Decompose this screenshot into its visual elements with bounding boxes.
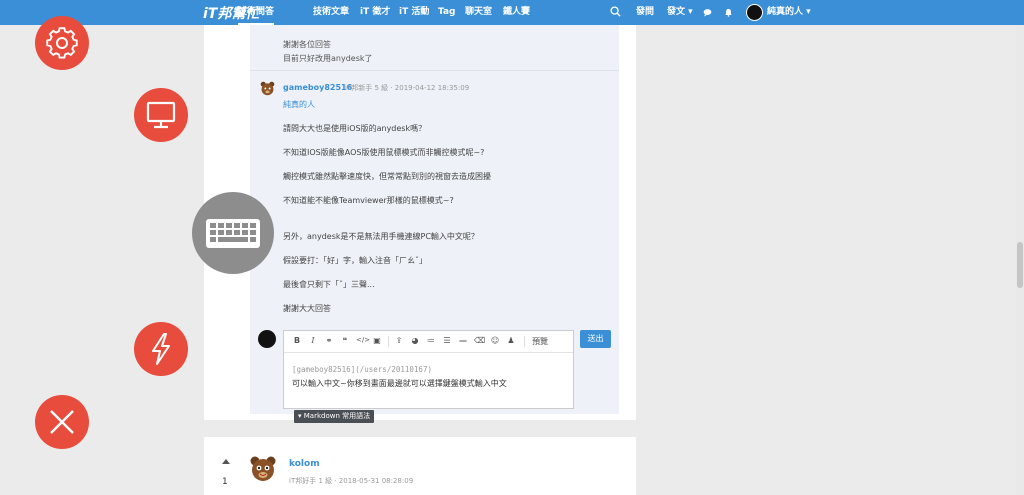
upload-icon[interactable]: ⇪ xyxy=(394,336,404,345)
toolbar-separator xyxy=(524,336,525,347)
comment-paragraph: 觸控模式雖然點擊速度快，但常常點到別的視窗去造成困擾 xyxy=(283,172,491,181)
user-name: 純真的人 xyxy=(767,7,804,17)
comment-paragraph: 另外，anydesk是不是無法用手機連線PC輸入中文呢？ xyxy=(283,232,479,241)
image-icon[interactable]: ▣ xyxy=(372,336,382,345)
settings-button[interactable] xyxy=(35,16,89,70)
search-icon[interactable] xyxy=(610,6,621,17)
comment-author[interactable]: gameboy82516 xyxy=(283,83,352,92)
reply-to-user[interactable]: 純真的人 xyxy=(283,99,315,110)
ask-link[interactable]: 發問 xyxy=(636,0,654,25)
preview-button[interactable]: 預覽 xyxy=(532,336,548,347)
bell-icon[interactable] xyxy=(724,8,733,17)
nav-tags[interactable]: Tag xyxy=(438,0,456,25)
editor-mention-line: [gameboy82516](/users/20110167) xyxy=(292,365,432,374)
commenter-avatar[interactable] xyxy=(259,80,276,97)
italic-icon[interactable]: I xyxy=(308,336,318,345)
trash-icon[interactable]: ⌫ xyxy=(474,336,485,345)
submit-button[interactable]: 送出 xyxy=(580,330,611,348)
user-icon[interactable]: ♟ xyxy=(506,336,516,345)
nav-jobs[interactable]: iT 徵才 xyxy=(360,0,390,25)
reply-editor[interactable]: B I ⚭ ❝ </> ▣ ⇪ ◕ ≔ ☰ — ⌫ ☺ ♟ 預覽 [gamebo… xyxy=(283,330,574,409)
post-dropdown[interactable]: 發文 ▾ xyxy=(667,0,693,25)
editor-text-line: 可以輸入中文~你移到畫面最邊就可以選擇鍵盤模式輸入中文 xyxy=(292,379,507,388)
answer-meta: iT邦好手 1 級 ‧ 2018-05-31 08:28:09 xyxy=(289,477,414,485)
comment-paragraph: 假設要打：「好」字，輸入注音「ㄏㄠˇ」 xyxy=(283,256,427,265)
monitor-icon xyxy=(146,101,176,129)
chat-icon[interactable] xyxy=(703,8,712,17)
lightning-icon xyxy=(152,333,170,365)
editor-toolbar: B I ⚭ ❝ </> ▣ ⇪ ◕ ≔ ☰ — ⌫ ☺ ♟ 預覽 xyxy=(284,331,573,353)
toolbar-separator xyxy=(388,336,389,347)
quote-icon[interactable]: ❝ xyxy=(340,336,350,345)
close-icon xyxy=(50,410,74,434)
code-icon[interactable]: </> xyxy=(356,336,370,344)
vote-count: 1 xyxy=(222,477,228,487)
user-menu[interactable]: 純真的人 ▾ xyxy=(767,0,811,25)
answer-author[interactable]: kolom xyxy=(289,459,320,469)
markdown-help-toggle[interactable]: ▾ Markdown 常用語法 xyxy=(294,410,375,423)
answer-author-avatar[interactable] xyxy=(248,454,278,484)
bold-icon[interactable]: B xyxy=(292,336,302,345)
comment-meta: iT邦新手 5 級 ‧ 2019-04-12 18:35:09 xyxy=(345,84,470,92)
nav-ironman[interactable]: 鐵人賽 xyxy=(503,0,530,25)
user-avatar[interactable] xyxy=(746,4,763,21)
comment-paragraph: 謝謝大大回答 xyxy=(283,304,331,313)
current-user-avatar xyxy=(258,330,276,348)
list-icon[interactable]: ☰ xyxy=(442,336,452,345)
keyboard-button[interactable] xyxy=(192,192,274,274)
emoji-icon[interactable]: ☺ xyxy=(490,336,500,345)
previous-comment-line-1: 謝謝各位回答 xyxy=(283,40,331,49)
hr-icon[interactable]: — xyxy=(458,336,468,345)
previous-comment-line-2: 目前只好改用anydesk了 xyxy=(283,54,373,63)
post-label: 發文 xyxy=(667,7,686,17)
chart-icon[interactable]: ◕ xyxy=(410,336,420,345)
close-button[interactable] xyxy=(35,395,89,449)
display-button[interactable] xyxy=(134,88,188,142)
comment-paragraph: 最後會只剩下「ˇ」三聲... xyxy=(283,280,375,289)
nav-events[interactable]: iT 活動 xyxy=(399,0,429,25)
scrollbar-thumb[interactable] xyxy=(1017,242,1023,288)
nav-articles[interactable]: 技術文章 xyxy=(313,0,349,25)
gear-icon xyxy=(46,27,78,59)
comment-divider xyxy=(250,70,619,71)
nav-questions[interactable]: 技術問答 xyxy=(238,0,275,25)
quick-action-button[interactable] xyxy=(134,322,188,376)
nav-chatroom[interactable]: 聊天室 xyxy=(465,0,492,25)
keyboard-icon xyxy=(206,219,260,248)
link-icon[interactable]: ⚭ xyxy=(324,336,334,345)
comment-paragraph: 請問大大也是使用iOS版的anydesk嗎？ xyxy=(283,124,427,133)
comment-paragraph: 不知道IOS版能像AOS版使用鼠標模式而非觸控模式呢~? xyxy=(283,148,485,157)
upvote-icon[interactable] xyxy=(222,459,230,464)
comment-paragraph: 不知道能不能像Teamviewer那樣的鼠標模式~? xyxy=(283,196,454,205)
ordered-list-icon[interactable]: ≔ xyxy=(426,336,436,345)
